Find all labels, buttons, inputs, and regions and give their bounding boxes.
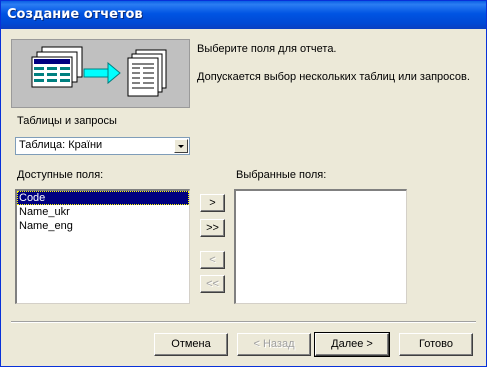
available-fields-label: Доступные поля: xyxy=(17,169,104,181)
next-button[interactable]: Далее > xyxy=(314,332,390,357)
window-title: Создание отчетов xyxy=(7,7,143,22)
add-all-fields-button[interactable]: >> xyxy=(200,219,225,237)
chevron-down-icon[interactable] xyxy=(174,139,188,153)
available-fields-list[interactable]: Code Name_ukr Name_eng xyxy=(15,189,190,304)
cancel-button[interactable]: Отмена xyxy=(154,333,228,356)
selected-fields-label: Выбранные поля: xyxy=(236,169,327,181)
wizard-illustration xyxy=(11,39,190,108)
list-item[interactable]: Name_eng xyxy=(17,219,189,233)
hint-line-1: Выберите поля для отчета. xyxy=(197,43,337,55)
report-pages-icon xyxy=(127,49,167,97)
remove-all-fields-button[interactable]: << xyxy=(200,275,225,293)
remove-field-button[interactable]: < xyxy=(200,251,225,269)
selected-fields-list[interactable] xyxy=(234,189,407,304)
finish-button[interactable]: Готово xyxy=(399,333,473,356)
add-field-button[interactable]: > xyxy=(200,194,225,212)
tables-combobox-value: Таблица: Країни xyxy=(19,139,103,151)
footer-separator xyxy=(11,321,476,323)
tables-label: Таблицы и запросы xyxy=(17,115,117,127)
report-wizard-window: Создание отчетов Выберите поля для отчет… xyxy=(0,0,487,367)
hint-line-2: Допускается выбор нескольких таблиц или … xyxy=(197,71,470,83)
back-button[interactable]: < Назад xyxy=(237,333,311,356)
arrow-right-icon xyxy=(83,61,121,85)
list-item[interactable]: Name_ukr xyxy=(17,205,189,219)
title-bar[interactable]: Создание отчетов xyxy=(1,1,486,29)
table-sheets-icon xyxy=(31,46,83,88)
list-item[interactable]: Code xyxy=(17,191,189,205)
tables-combobox[interactable]: Таблица: Країни xyxy=(15,137,190,155)
